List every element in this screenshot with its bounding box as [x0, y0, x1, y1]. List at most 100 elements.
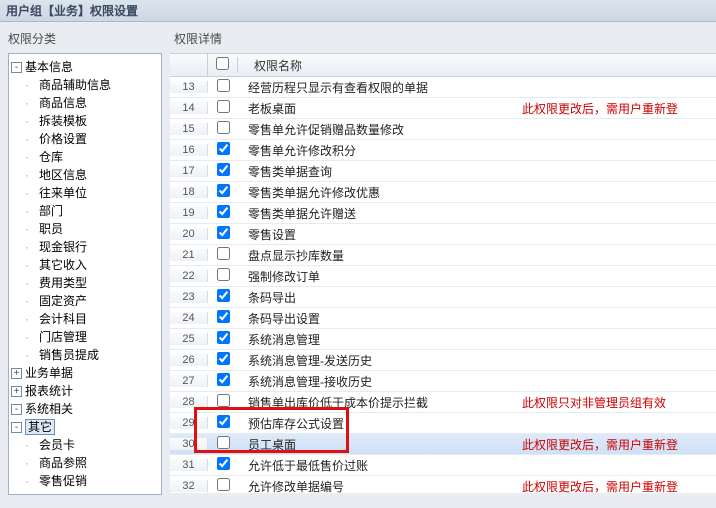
- table-row[interactable]: 13经营历程只显示有查看权限的单据: [170, 77, 716, 98]
- row-checkbox-cell[interactable]: [208, 478, 238, 493]
- row-checkbox-cell[interactable]: [208, 352, 238, 368]
- row-checkbox[interactable]: [217, 373, 230, 386]
- table-row[interactable]: 29预估库存公式设置: [170, 413, 716, 434]
- row-checkbox-cell[interactable]: [208, 394, 238, 410]
- row-checkbox[interactable]: [217, 226, 230, 239]
- tree-toggle[interactable]: +: [11, 368, 22, 379]
- row-checkbox[interactable]: [217, 436, 230, 449]
- row-name: 系统消息管理-发送历史: [238, 352, 518, 369]
- row-checkbox[interactable]: [217, 394, 230, 407]
- row-checkbox[interactable]: [217, 163, 230, 176]
- tree-node-basic[interactable]: 基本信息: [25, 60, 73, 74]
- table-row[interactable]: 28销售单出库价低于成本价提示拦截此权限只对非管理员组有效: [170, 392, 716, 413]
- row-checkbox[interactable]: [217, 121, 230, 134]
- tree-leaf[interactable]: 商品信息: [39, 96, 87, 110]
- main-layout: 权限分类 -基本信息·商品辅助信息·商品信息·拆装模板·价格设置·仓库·地区信息…: [0, 22, 716, 508]
- tree-leaf[interactable]: 拆装模板: [39, 114, 87, 128]
- tree-leaf[interactable]: 固定资产: [39, 294, 87, 308]
- row-checkbox-cell[interactable]: [208, 79, 238, 95]
- row-checkbox-cell[interactable]: [208, 289, 238, 305]
- row-checkbox[interactable]: [217, 331, 230, 344]
- table-row[interactable]: 31允许低于最低售价过账: [170, 455, 716, 476]
- row-checkbox-cell[interactable]: [208, 457, 238, 473]
- table-row[interactable]: 24条码导出设置: [170, 308, 716, 329]
- row-checkbox-cell[interactable]: [208, 142, 238, 158]
- table-row[interactable]: 26系统消息管理-发送历史: [170, 350, 716, 371]
- col-header-num: [170, 54, 208, 76]
- row-checkbox[interactable]: [217, 184, 230, 197]
- tree-node[interactable]: 报表统计: [25, 384, 73, 398]
- row-checkbox[interactable]: [217, 310, 230, 323]
- table-row[interactable]: 21盘点显示抄库数量: [170, 245, 716, 266]
- row-checkbox-cell[interactable]: [208, 121, 238, 137]
- tree-leaf[interactable]: 地区信息: [39, 168, 87, 182]
- table-row[interactable]: 30员工桌面此权限更改后，需用户重新登: [170, 434, 716, 455]
- table-row[interactable]: 18零售类单据允许修改优惠: [170, 182, 716, 203]
- table-row[interactable]: 23条码导出: [170, 287, 716, 308]
- tree-leaf-icon: ·: [25, 292, 36, 310]
- row-checkbox-cell[interactable]: [208, 331, 238, 347]
- table-row[interactable]: 15零售单允许促销赠品数量修改: [170, 119, 716, 140]
- row-checkbox-cell[interactable]: [208, 436, 238, 452]
- row-checkbox-cell[interactable]: [208, 205, 238, 221]
- tree-node[interactable]: 系统相关: [25, 402, 73, 416]
- table-row[interactable]: 17零售类单据查询: [170, 161, 716, 182]
- row-checkbox[interactable]: [217, 415, 230, 428]
- row-checkbox[interactable]: [217, 247, 230, 260]
- row-checkbox[interactable]: [217, 478, 230, 491]
- tree-leaf[interactable]: 商品辅助信息: [39, 78, 111, 92]
- table-row[interactable]: 16零售单允许修改积分: [170, 140, 716, 161]
- row-checkbox[interactable]: [217, 289, 230, 302]
- table-row[interactable]: 20零售设置: [170, 224, 716, 245]
- tree-leaf[interactable]: 费用类型: [39, 276, 87, 290]
- tree-toggle[interactable]: -: [11, 422, 22, 433]
- table-row[interactable]: 27系统消息管理-接收历史: [170, 371, 716, 392]
- tree-leaf[interactable]: 往来单位: [39, 186, 87, 200]
- row-checkbox-cell[interactable]: [208, 310, 238, 326]
- row-checkbox-cell[interactable]: [208, 100, 238, 116]
- row-checkbox-cell[interactable]: [208, 163, 238, 179]
- tree-toggle[interactable]: -: [11, 62, 22, 73]
- row-checkbox-cell[interactable]: [208, 226, 238, 242]
- table-row[interactable]: 25系统消息管理: [170, 329, 716, 350]
- row-checkbox[interactable]: [217, 100, 230, 113]
- row-checkbox-cell[interactable]: [208, 268, 238, 284]
- row-checkbox-cell[interactable]: [208, 373, 238, 389]
- table-row[interactable]: 22强制修改订单: [170, 266, 716, 287]
- tree-box[interactable]: -基本信息·商品辅助信息·商品信息·拆装模板·价格设置·仓库·地区信息·往来单位…: [8, 53, 162, 495]
- col-header-check[interactable]: [208, 57, 238, 73]
- tree-node[interactable]: 其它: [25, 419, 55, 435]
- row-checkbox[interactable]: [217, 457, 230, 470]
- tree-leaf[interactable]: 商品参照: [39, 456, 87, 470]
- tree-leaf[interactable]: 其它收入: [39, 258, 87, 272]
- tree-leaf-icon: ·: [25, 166, 36, 184]
- row-checkbox-cell[interactable]: [208, 415, 238, 431]
- tree-leaf[interactable]: 零售促销: [39, 474, 87, 488]
- tree-node[interactable]: 业务单据: [25, 366, 73, 380]
- row-checkbox[interactable]: [217, 352, 230, 365]
- row-checkbox[interactable]: [217, 79, 230, 92]
- row-checkbox[interactable]: [217, 205, 230, 218]
- tree-leaf[interactable]: 现金银行: [39, 240, 87, 254]
- row-number: 32: [170, 480, 208, 492]
- tree-leaf[interactable]: 职员: [39, 222, 63, 236]
- tree-toggle[interactable]: -: [11, 404, 22, 415]
- tree-leaf[interactable]: 会计科目: [39, 312, 87, 326]
- tree-leaf[interactable]: 门店管理: [39, 330, 87, 344]
- tree-leaf[interactable]: 价格设置: [39, 132, 87, 146]
- tree-leaf[interactable]: 会员卡: [39, 438, 75, 452]
- row-number: 27: [170, 375, 208, 387]
- row-number: 14: [170, 102, 208, 114]
- row-checkbox[interactable]: [217, 142, 230, 155]
- table-row[interactable]: 19零售类单据允许赠送: [170, 203, 716, 224]
- grid-body[interactable]: 13经营历程只显示有查看权限的单据14老板桌面此权限更改后，需用户重新登15零售…: [170, 77, 716, 493]
- table-row[interactable]: 14老板桌面此权限更改后，需用户重新登: [170, 98, 716, 119]
- tree-leaf[interactable]: 部门: [39, 204, 63, 218]
- row-checkbox[interactable]: [217, 268, 230, 281]
- tree-leaf[interactable]: 销售员提成: [39, 348, 99, 362]
- row-checkbox-cell[interactable]: [208, 184, 238, 200]
- tree-toggle[interactable]: +: [11, 386, 22, 397]
- tree-leaf[interactable]: 仓库: [39, 150, 63, 164]
- table-row[interactable]: 32允许修改单据编号此权限更改后，需用户重新登: [170, 476, 716, 493]
- row-checkbox-cell[interactable]: [208, 247, 238, 263]
